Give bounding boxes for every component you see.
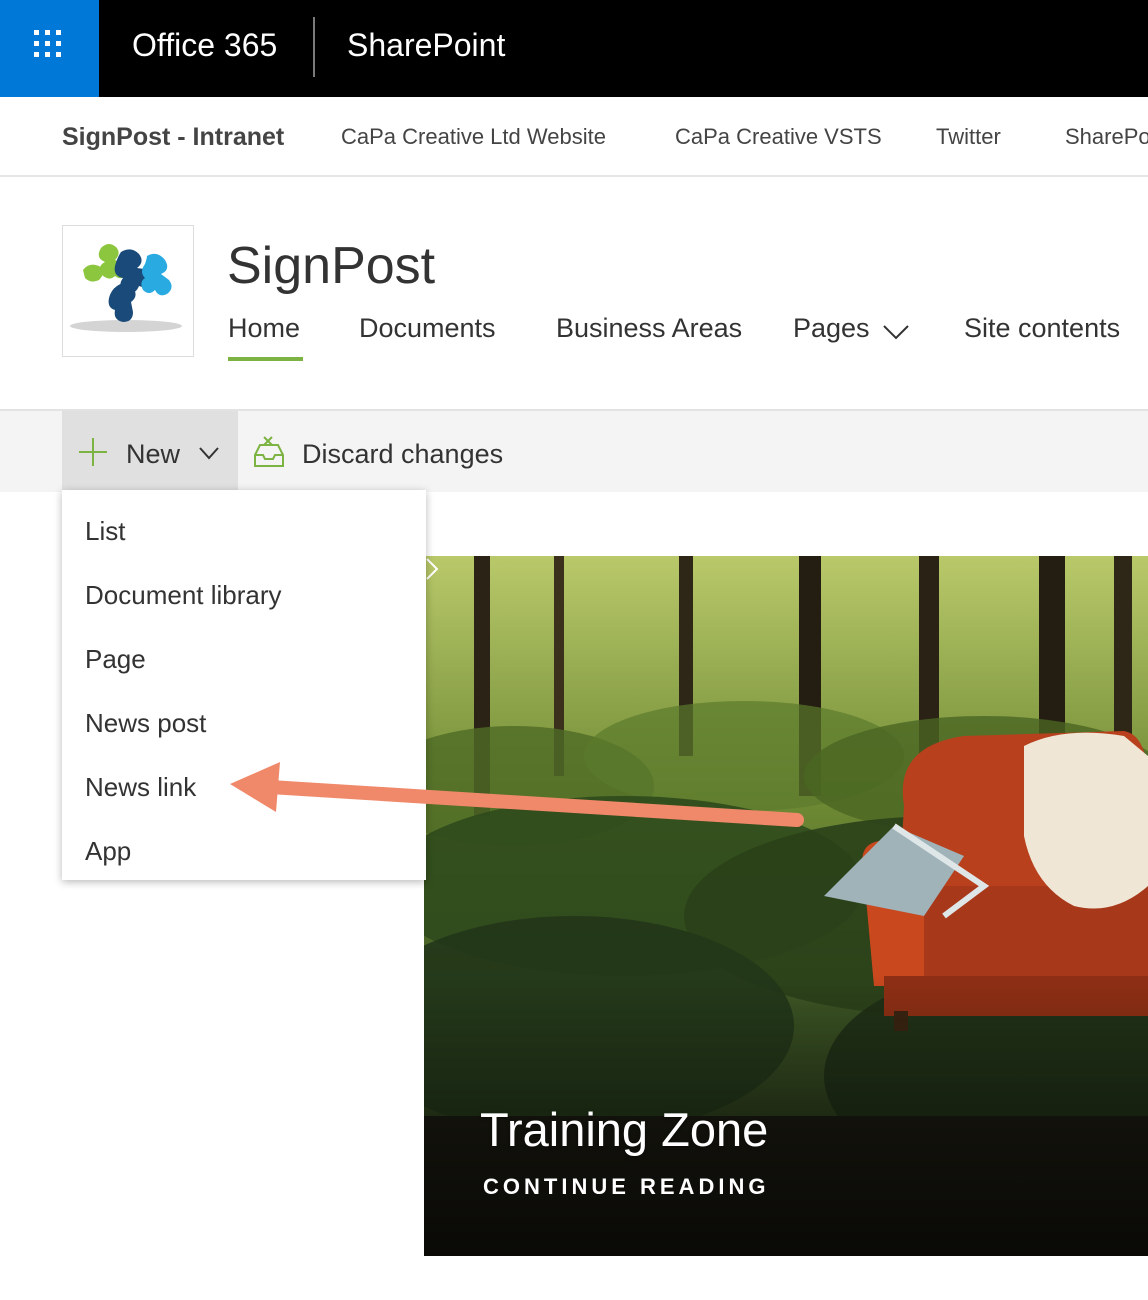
- menu-item-label: App: [85, 836, 132, 866]
- menu-item-label: News link: [85, 772, 197, 802]
- discard-changes-button[interactable]: Discard changes: [250, 411, 520, 492]
- menu-item-page[interactable]: Page: [62, 624, 426, 688]
- nav-business-areas[interactable]: Business Areas: [556, 313, 742, 344]
- nav-pages[interactable]: Pages: [793, 313, 870, 344]
- menu-item-label: Page: [85, 644, 146, 674]
- hero-title[interactable]: Training Zone: [480, 1102, 768, 1157]
- menu-item-news-post[interactable]: News post: [62, 688, 426, 752]
- hub-site-title[interactable]: SignPost - Intranet: [62, 123, 284, 152]
- menu-item-label: News post: [85, 708, 207, 738]
- hub-link-capa-website[interactable]: CaPa Creative Ltd Website: [341, 124, 606, 150]
- plus-icon: [79, 438, 107, 466]
- site-title: SignPost: [227, 237, 436, 295]
- sharepoint-link[interactable]: SharePoint: [347, 27, 505, 64]
- nav-site-contents[interactable]: Site contents: [964, 313, 1120, 344]
- new-button[interactable]: New: [62, 411, 238, 492]
- hub-navigation: SignPost - Intranet CaPa Creative Ltd We…: [0, 97, 1148, 177]
- menu-item-list[interactable]: List: [62, 496, 426, 560]
- nav-documents[interactable]: Documents: [359, 313, 496, 344]
- nav-active-indicator: [228, 357, 303, 361]
- suite-divider: [313, 17, 315, 77]
- waffle-icon: [34, 30, 64, 60]
- office-365-link[interactable]: Office 365: [132, 27, 277, 64]
- hub-link-twitter[interactable]: Twitter: [936, 124, 1001, 150]
- menu-item-document-library[interactable]: Document library: [62, 560, 426, 624]
- site-logo[interactable]: [62, 225, 194, 357]
- chevron-right-icon: [426, 558, 439, 580]
- hub-link-capa-vsts[interactable]: CaPa Creative VSTS: [675, 124, 882, 150]
- new-dropdown-menu: List Document library Page News post New…: [62, 490, 426, 880]
- chevron-down-icon: [199, 447, 219, 460]
- continue-reading-link[interactable]: CONTINUE READING: [483, 1174, 769, 1200]
- suite-bar: Office 365 SharePoint: [0, 0, 1148, 97]
- chevron-down-icon[interactable]: [882, 322, 910, 342]
- hub-link-sharepoint[interactable]: SharePoint: [1065, 124, 1148, 150]
- discard-changes-label: Discard changes: [302, 439, 504, 469]
- signpost-puzzle-logo: [70, 244, 182, 332]
- menu-item-app[interactable]: App: [62, 816, 426, 880]
- new-button-label: New: [126, 439, 181, 469]
- menu-item-news-link[interactable]: News link: [62, 752, 426, 816]
- command-bar: New Discard changes: [0, 409, 1148, 492]
- nav-home[interactable]: Home: [228, 313, 300, 344]
- menu-item-label: List: [85, 516, 126, 546]
- discard-tray-icon: [254, 436, 284, 467]
- menu-item-label: Document library: [85, 580, 282, 610]
- app-launcher-button[interactable]: [0, 0, 99, 97]
- hero-news-tile[interactable]: Training Zone CONTINUE READING: [424, 556, 1148, 1256]
